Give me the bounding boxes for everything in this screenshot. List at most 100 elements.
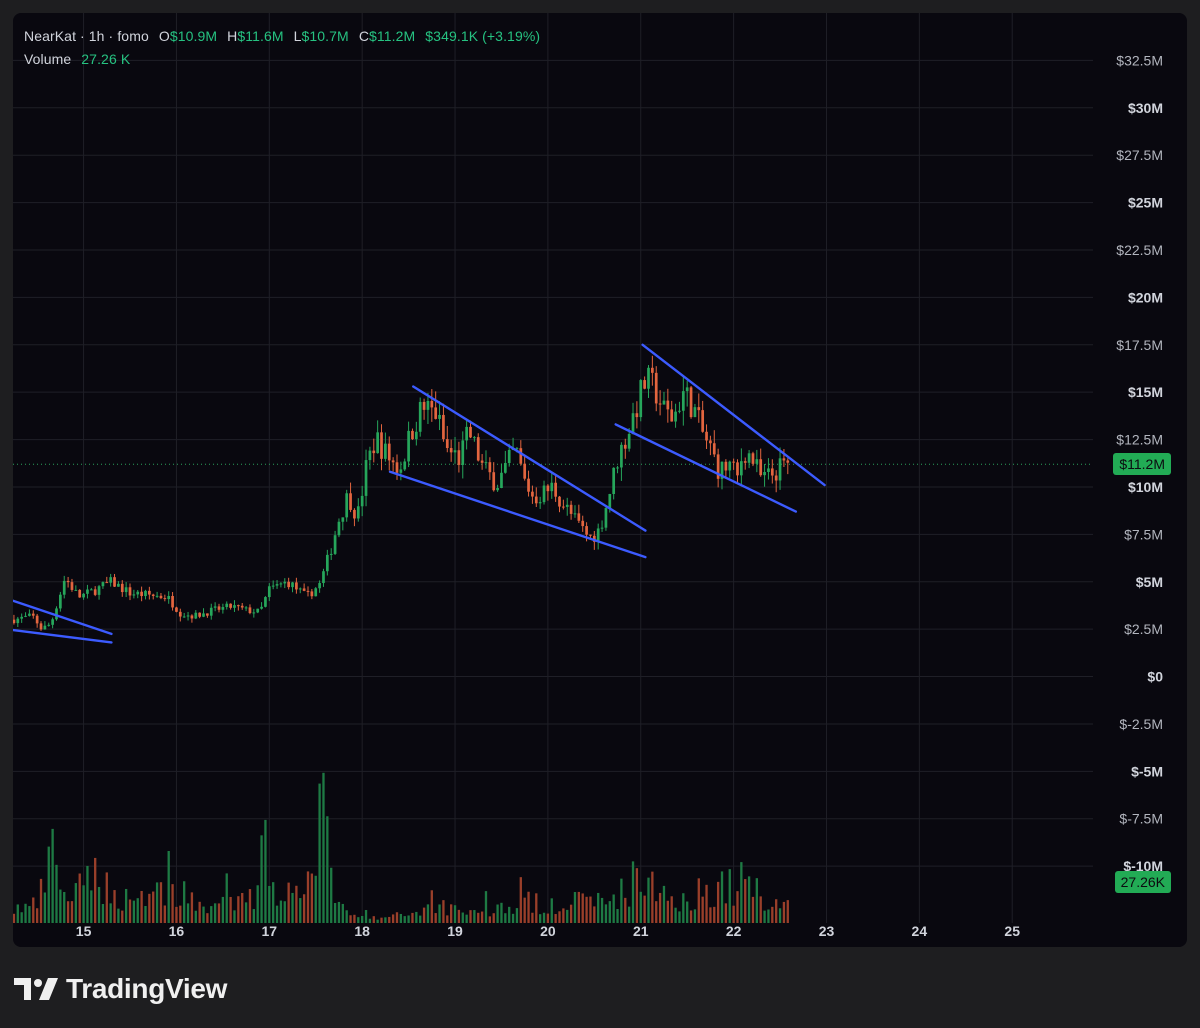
candle-body (407, 430, 410, 462)
candle-body (318, 583, 321, 589)
candle-body (117, 583, 120, 587)
volume-bar (546, 913, 550, 923)
volume-bar (186, 903, 190, 923)
candle-body (620, 444, 623, 468)
volume-bar (627, 906, 631, 923)
candle-body (449, 448, 453, 453)
y-tick-label: $22.5M (1116, 242, 1163, 258)
candle-body (500, 472, 503, 489)
candle-body (623, 444, 627, 449)
volume-bar (144, 906, 147, 923)
candle-body (492, 472, 496, 491)
candle-body (759, 459, 763, 476)
candle-body (306, 590, 310, 592)
candle-body (585, 526, 588, 535)
y-tick-label: $17.5M (1116, 337, 1163, 353)
candle-body (538, 502, 542, 504)
candle-body (368, 450, 372, 461)
volume-bar (775, 899, 778, 923)
candle-body (616, 467, 619, 469)
volume-bar (202, 906, 205, 923)
volume-bar (624, 897, 627, 923)
volume-bar (256, 885, 259, 923)
grid (13, 13, 1093, 923)
volume-bar (97, 886, 101, 923)
candle-body (488, 462, 492, 473)
candle-body (697, 407, 701, 411)
volume-bar (589, 896, 592, 923)
x-tick-label: 25 (1004, 923, 1020, 939)
candle-body (236, 605, 240, 607)
candle-body (732, 461, 735, 463)
volume-bar (210, 906, 213, 923)
trendlines[interactable] (13, 343, 826, 644)
volume-bar (361, 915, 364, 923)
volume-bar (554, 914, 557, 923)
x-tick-label: 21 (633, 923, 649, 939)
candle-body (186, 615, 190, 617)
candle-body (287, 581, 291, 588)
volume-bar (527, 891, 530, 923)
candle-body (39, 623, 43, 630)
volume-bar (643, 895, 646, 923)
y-tick-label: $0 (1147, 669, 1163, 685)
candle-body (97, 586, 101, 595)
candle-body (751, 453, 755, 464)
candle-body (175, 607, 178, 612)
candle-body (209, 607, 213, 616)
candle-body (701, 410, 705, 432)
candlestick-chart[interactable]: $32.5M $30M $27.5M $25M $22.5M $20M $17.5M $15M… (13, 13, 1187, 947)
open-value: $10.9M (169, 28, 218, 44)
volume-bar (716, 881, 720, 923)
tradingview-brand[interactable]: TradingView (14, 972, 227, 1006)
candle-body (260, 606, 263, 609)
candle-body (302, 588, 306, 591)
candle-body (558, 496, 561, 507)
volume-bar (136, 898, 139, 923)
volume-bar (709, 907, 712, 923)
candle-body (120, 583, 124, 593)
candle-body (627, 434, 631, 449)
candle-body (82, 593, 85, 598)
volume-bar (662, 885, 666, 923)
volume-bar (523, 897, 526, 923)
volume-bar (376, 919, 379, 923)
trendline (13, 628, 113, 644)
volume-bar (744, 879, 747, 923)
candle-body (322, 571, 325, 584)
candle-body (113, 577, 116, 587)
volume-bar (237, 896, 240, 923)
candle-body (778, 458, 782, 481)
volume-bar (430, 890, 433, 923)
candle-body (639, 380, 643, 418)
volume-bar (330, 867, 333, 923)
volume-bar (755, 878, 758, 923)
candle-body (132, 594, 136, 596)
x-tick-label: 19 (447, 923, 463, 939)
candle-body (519, 448, 523, 464)
candle-body (194, 612, 198, 619)
volume-bar (90, 890, 93, 923)
volume-bar (275, 905, 279, 923)
volume-bar (380, 917, 383, 923)
candle-body (267, 586, 271, 598)
candle-body (28, 613, 31, 616)
volume-bar (593, 906, 596, 923)
volume-bar (302, 894, 306, 923)
chart-panel[interactable]: $32.5M $30M $27.5M $25M $22.5M $20M $17.5M $15M… (13, 13, 1187, 947)
candle-body (527, 478, 530, 492)
volume-bar (558, 911, 561, 923)
volume-bar (175, 906, 178, 923)
candle-body (140, 591, 143, 597)
y-tick-label: $15M (1128, 384, 1163, 400)
candle-body (403, 461, 407, 470)
candle-body (167, 595, 171, 600)
volume-bar (446, 915, 449, 923)
candle-body (89, 589, 93, 591)
candle-body (275, 584, 279, 586)
volume-bar (43, 892, 47, 923)
candle-body (310, 591, 314, 597)
candle-body (674, 411, 677, 422)
volume-bar (353, 914, 356, 923)
candle-body (101, 582, 105, 587)
